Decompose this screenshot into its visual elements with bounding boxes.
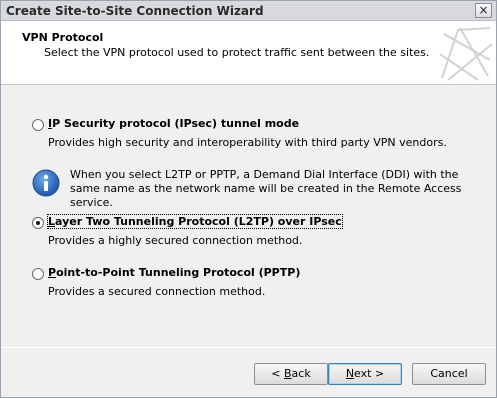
radio-pptp[interactable] bbox=[32, 268, 44, 280]
wizard-header: VPN Protocol Select the VPN protocol use… bbox=[1, 21, 496, 85]
radio-selected-dot bbox=[36, 221, 40, 225]
next-button[interactable]: Next > bbox=[328, 363, 402, 385]
page-subtitle: Select the VPN protocol used to protect … bbox=[44, 46, 430, 59]
option-l2tp-description: Provides a highly secured connection met… bbox=[48, 234, 303, 247]
cancel-button[interactable]: Cancel bbox=[412, 363, 486, 385]
option-pptp-label[interactable]: Point-to-Point Tunneling Protocol (PPTP) bbox=[48, 266, 300, 279]
title-bar[interactable]: Create Site-to-Site Connection Wizard × bbox=[1, 1, 496, 21]
footer-separator bbox=[1, 347, 496, 348]
option-ipsec-description: Provides high security and interoperabil… bbox=[48, 136, 447, 149]
window-title: Create Site-to-Site Connection Wizard bbox=[6, 4, 264, 18]
info-message: When you select L2TP or PPTP, a Demand D… bbox=[70, 168, 462, 209]
close-icon[interactable]: × bbox=[478, 3, 488, 17]
close-button[interactable]: × bbox=[475, 3, 492, 18]
option-ipsec-label[interactable]: IP Security protocol (IPsec) tunnel mode bbox=[48, 117, 299, 130]
radio-l2tp[interactable] bbox=[32, 217, 44, 229]
info-icon bbox=[32, 169, 60, 197]
wizard-window: Create Site-to-Site Connection Wizard × … bbox=[0, 0, 497, 398]
back-button[interactable]: < Back bbox=[254, 363, 328, 385]
option-l2tp-label[interactable]: Layer Two Tunneling Protocol (L2TP) over… bbox=[47, 214, 343, 229]
wizard-content: IP Security protocol (IPsec) tunnel mode… bbox=[1, 86, 496, 348]
radio-ipsec[interactable] bbox=[32, 119, 44, 131]
page-title: VPN Protocol bbox=[22, 31, 104, 44]
wizard-banner-icon bbox=[438, 24, 493, 82]
option-pptp-description: Provides a secured connection method. bbox=[48, 285, 266, 298]
